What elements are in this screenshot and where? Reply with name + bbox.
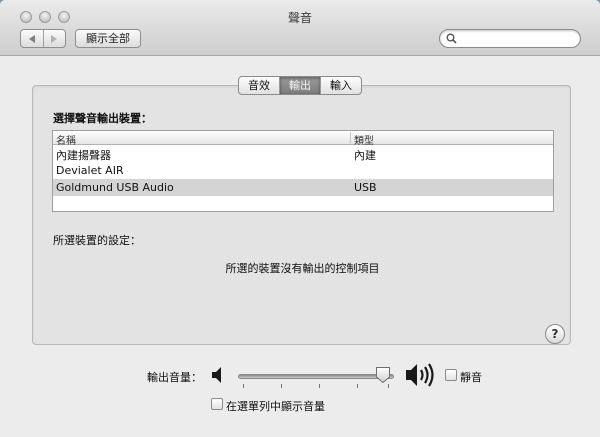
choose-device-label: 選擇聲音輸出裝置： <box>53 112 152 125</box>
back-button[interactable] <box>21 30 43 47</box>
speaker-low-icon <box>212 367 221 383</box>
tab-output[interactable]: 輸出 <box>279 77 320 94</box>
speaker-high-icon <box>406 363 434 387</box>
back-arrow-icon <box>28 34 35 43</box>
table-header: 名稱 類型 <box>53 131 553 147</box>
table-row[interactable]: 內建揚聲器 內建 <box>53 145 553 162</box>
search-field[interactable] <box>439 29 581 48</box>
device-settings-label: 所選裝置的設定： <box>53 234 141 247</box>
mute-checkbox[interactable] <box>445 369 457 381</box>
show-volume-in-menubar-label: 在選單列中顯示音量 <box>226 400 325 413</box>
show-all-button[interactable]: 顯示全部 <box>75 29 141 48</box>
back-forward-buttons <box>20 29 66 48</box>
slider-tick <box>319 384 320 388</box>
sound-preferences-window: 聲音 顯示全部 音效 輸出 輸入 選擇聲音輸出裝置： 名稱 類型 內建揚聲器 內… <box>0 0 600 437</box>
slider-track <box>238 374 394 379</box>
tab-input[interactable]: 輸入 <box>320 77 361 94</box>
device-name: Devialet AIR <box>56 164 124 177</box>
device-type: 內建 <box>354 149 376 162</box>
title-bar: 聲音 顯示全部 <box>0 0 600 56</box>
show-volume-in-menubar-checkbox[interactable] <box>211 398 223 410</box>
slider-tick <box>281 384 282 388</box>
tab-bar: 音效 輸出 輸入 <box>238 76 362 95</box>
table-row[interactable]: Devialet AIR <box>53 162 553 179</box>
forward-arrow-icon <box>51 34 58 43</box>
mute-label: 靜音 <box>460 371 482 384</box>
device-name: 內建揚聲器 <box>56 149 111 162</box>
tab-sound-effects[interactable]: 音效 <box>239 77 279 94</box>
output-device-table[interactable]: 名稱 類型 內建揚聲器 內建 Devialet AIR Goldmund USB… <box>52 130 554 212</box>
search-icon <box>446 33 457 44</box>
volume-slider-thumb[interactable] <box>375 366 391 384</box>
slider-tick <box>388 384 389 388</box>
table-row-selected[interactable]: Goldmund USB Audio USB <box>53 179 553 196</box>
forward-button[interactable] <box>42 30 66 47</box>
output-volume-label: 輸出音量： <box>147 371 202 384</box>
output-panel: 選擇聲音輸出裝置： 名稱 類型 內建揚聲器 內建 Devialet AIR Go… <box>32 85 571 345</box>
no-controls-message: 所選的裝置沒有輸出的控制項目 <box>225 262 380 275</box>
slider-tick <box>243 384 244 388</box>
search-input[interactable] <box>460 31 574 46</box>
device-type: USB <box>354 181 377 194</box>
help-button[interactable]: ? <box>545 324 565 344</box>
column-divider <box>350 132 351 143</box>
output-volume-slider[interactable] <box>238 374 394 388</box>
slider-tick <box>357 384 358 388</box>
window-title: 聲音 <box>287 11 312 25</box>
device-name: Goldmund USB Audio <box>56 181 174 194</box>
